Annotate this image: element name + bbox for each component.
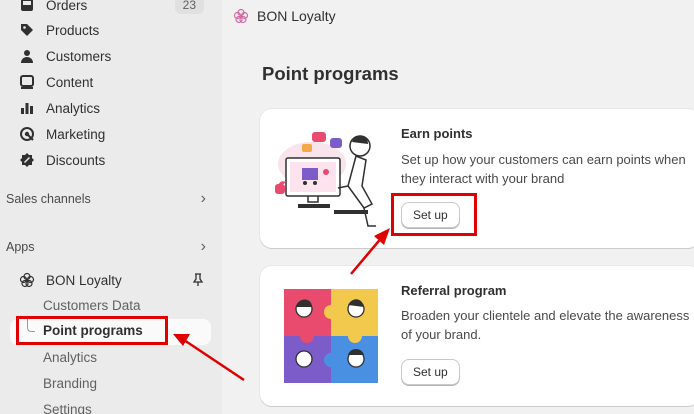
annotation-arrows [173, 228, 390, 382]
annotation-arrow-point-programs [173, 334, 245, 382]
annotation-arrow-setup [350, 228, 390, 275]
